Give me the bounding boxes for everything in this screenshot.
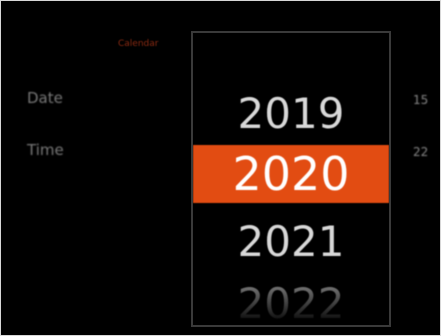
year-option-2021[interactable]: 2021 xyxy=(193,213,389,271)
time-row-value: 22 xyxy=(413,145,429,159)
year-option-2022[interactable]: 2022 xyxy=(193,275,389,325)
year-picker[interactable]: 2019 2020 2021 2022 xyxy=(191,31,391,327)
date-row-label[interactable]: Date xyxy=(27,89,63,107)
device-screen: Calendar Date 15 Time 22 2019 2020 2021 … xyxy=(0,0,441,336)
date-row-value: 15 xyxy=(413,93,429,107)
year-option-2019[interactable]: 2019 xyxy=(193,85,389,143)
header-label: Calendar xyxy=(118,39,159,49)
year-option-selected[interactable]: 2020 xyxy=(193,145,389,203)
time-row-label[interactable]: Time xyxy=(27,141,64,159)
picker-fade-top xyxy=(193,33,389,73)
